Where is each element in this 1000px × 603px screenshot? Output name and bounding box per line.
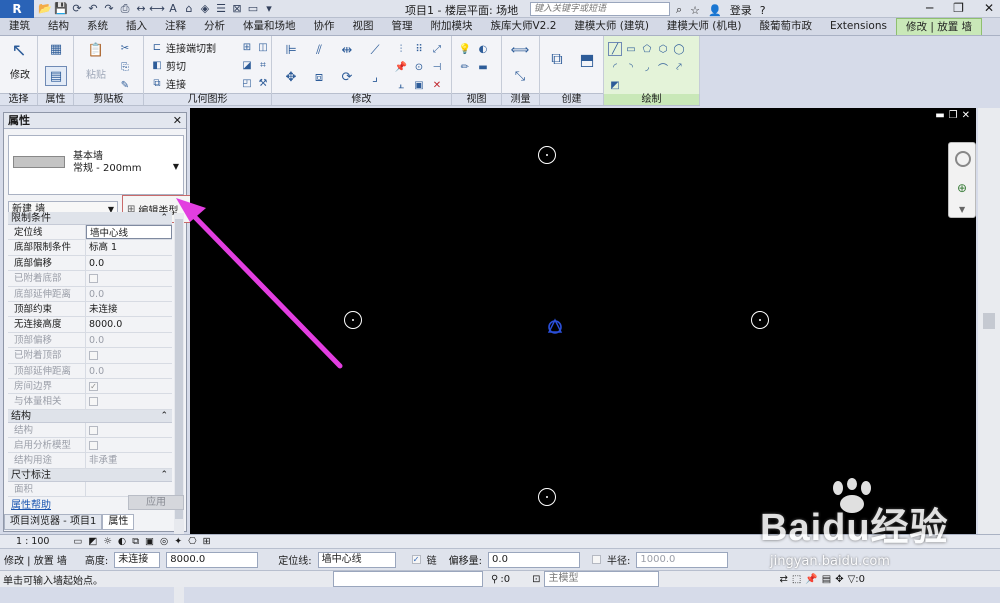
- crop-view-icon[interactable]: ⧉: [132, 536, 139, 547]
- temp-hide-icon[interactable]: ◎: [160, 536, 168, 547]
- watermark-brand: Baidu经验: [760, 507, 949, 549]
- location-line-select[interactable]: 墙中心线: [317, 551, 396, 568]
- workset-select[interactable]: [333, 571, 483, 587]
- baidu-watermark: Baidu经验 jingyan.baidu.com: [760, 478, 996, 583]
- worksharing-icon[interactable]: ⚲: [491, 574, 498, 585]
- radius-label: 半径:: [607, 556, 631, 567]
- offset-label: 偏移量:: [448, 556, 483, 567]
- highlight-icon[interactable]: ⊞: [203, 536, 211, 547]
- detail-level-icon[interactable]: ▭: [73, 536, 82, 547]
- view-scale[interactable]: 1 : 100: [16, 536, 49, 547]
- design-options-icon[interactable]: ⊡: [532, 574, 540, 585]
- status-message: 单击可输入墙起始点。: [3, 575, 103, 587]
- chain-checkbox[interactable]: ✓: [411, 555, 421, 564]
- analytical-model-icon[interactable]: ⎔: [188, 536, 196, 547]
- location-line-label: 定位线:: [278, 556, 312, 567]
- chain-label: 链: [426, 556, 437, 567]
- height-label: 高度:: [84, 556, 109, 567]
- design-option-select[interactable]: 主模型: [544, 571, 660, 587]
- visual-style-icon[interactable]: ◩: [88, 536, 97, 547]
- radius-checkbox[interactable]: [592, 555, 602, 564]
- height-mode-select[interactable]: 未连接: [114, 551, 161, 568]
- height-value-input[interactable]: 8000.0: [166, 551, 259, 568]
- options-context: 修改 | 放置 墙: [4, 556, 67, 567]
- show-crop-icon[interactable]: ▣: [145, 536, 154, 547]
- status-coord: :0: [500, 573, 511, 585]
- sun-path-icon[interactable]: ☼: [103, 536, 112, 547]
- shadows-icon[interactable]: ◐: [118, 536, 126, 547]
- offset-input[interactable]: 0.0: [488, 551, 581, 568]
- watermark-url: jingyan.baidu.com: [770, 554, 890, 569]
- reveal-hidden-icon[interactable]: ✦: [174, 536, 182, 547]
- radius-input[interactable]: 1000.0: [636, 551, 729, 568]
